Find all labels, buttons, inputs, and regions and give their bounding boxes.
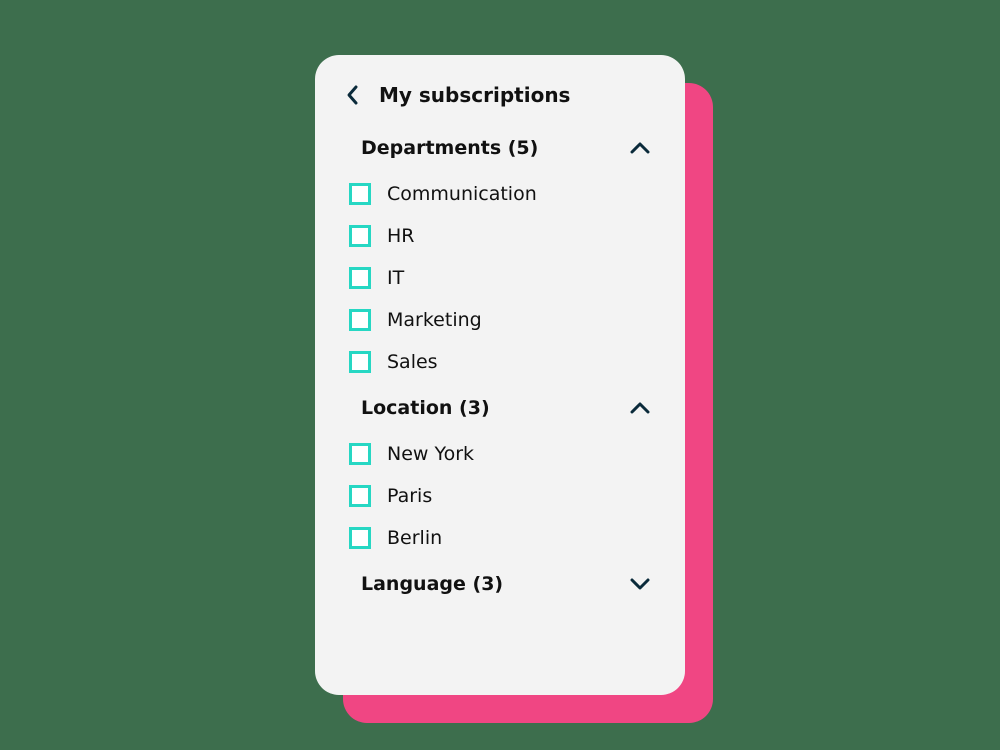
item-label: New York xyxy=(387,443,474,465)
checkbox[interactable] xyxy=(349,225,371,247)
page-title: My subscriptions xyxy=(379,83,570,107)
checkbox[interactable] xyxy=(349,527,371,549)
checkbox[interactable] xyxy=(349,309,371,331)
back-icon[interactable] xyxy=(345,83,361,107)
item-label: Communication xyxy=(387,183,537,205)
list-item: Communication xyxy=(345,173,655,215)
list-item: Berlin xyxy=(345,517,655,559)
section-header-location[interactable]: Location (3) xyxy=(345,391,655,425)
section-title: Language (3) xyxy=(361,573,503,595)
checkbox[interactable] xyxy=(349,443,371,465)
item-label: HR xyxy=(387,225,415,247)
list-item: Paris xyxy=(345,475,655,517)
section-title: Departments (5) xyxy=(361,137,538,159)
panel-header: My subscriptions xyxy=(345,83,655,107)
list-item: Sales xyxy=(345,341,655,383)
list-item: IT xyxy=(345,257,655,299)
chevron-up-icon xyxy=(629,401,651,415)
section-header-language[interactable]: Language (3) xyxy=(345,567,655,601)
section-header-departments[interactable]: Departments (5) xyxy=(345,131,655,165)
item-label: Berlin xyxy=(387,527,442,549)
item-label: Sales xyxy=(387,351,438,373)
item-label: Marketing xyxy=(387,309,482,331)
item-label: Paris xyxy=(387,485,432,507)
chevron-up-icon xyxy=(629,141,651,155)
section-title: Location (3) xyxy=(361,397,490,419)
section-items-departments: Communication HR IT Marketing Sales xyxy=(345,173,655,383)
checkbox[interactable] xyxy=(349,183,371,205)
section-items-location: New York Paris Berlin xyxy=(345,433,655,559)
checkbox[interactable] xyxy=(349,351,371,373)
item-label: IT xyxy=(387,267,404,289)
checkbox[interactable] xyxy=(349,485,371,507)
checkbox[interactable] xyxy=(349,267,371,289)
chevron-down-icon xyxy=(629,577,651,591)
list-item: Marketing xyxy=(345,299,655,341)
subscriptions-panel: My subscriptions Departments (5) Communi… xyxy=(315,55,685,695)
list-item: HR xyxy=(345,215,655,257)
list-item: New York xyxy=(345,433,655,475)
